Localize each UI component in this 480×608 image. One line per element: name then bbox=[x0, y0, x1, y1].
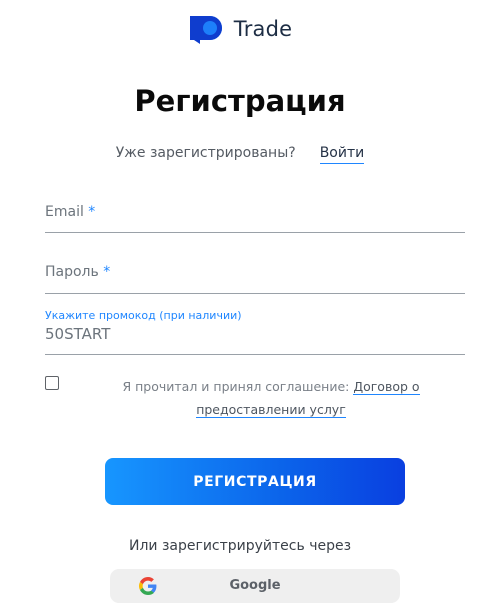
promo-code-label: Укажите промокод (при наличии) bbox=[45, 309, 242, 322]
brand-name: Trade bbox=[233, 17, 293, 41]
password-label-text: Пароль bbox=[45, 264, 99, 280]
brand-logo-icon bbox=[189, 16, 222, 44]
required-mark: * bbox=[103, 264, 111, 280]
promo-code-field[interactable]: Укажите промокод (при наличии) bbox=[45, 306, 465, 355]
brand-logo[interactable]: Trade bbox=[0, 14, 480, 44]
email-label: Email * bbox=[45, 204, 95, 220]
agreement-text: Я прочитал и принял соглашение: Договор … bbox=[117, 375, 425, 421]
agreement-checkbox[interactable] bbox=[45, 376, 59, 390]
agreement-text-prefix: Я прочитал и принял соглашение: bbox=[122, 379, 354, 394]
alt-signup-text: Или зарегистрируйтесь через bbox=[128, 538, 352, 554]
email-field[interactable]: Email * bbox=[45, 203, 465, 233]
login-link[interactable]: Войти bbox=[319, 145, 365, 164]
login-question: Уже зарегистрированы? bbox=[115, 145, 296, 161]
password-field[interactable]: Пароль * bbox=[45, 263, 465, 294]
login-prompt: Уже зарегистрированы? Войти bbox=[0, 145, 480, 164]
required-mark: * bbox=[88, 204, 96, 220]
promo-code-input[interactable] bbox=[45, 325, 465, 343]
email-label-text: Email bbox=[45, 204, 84, 220]
register-button[interactable]: РЕГИСТРАЦИЯ bbox=[105, 458, 405, 505]
password-label: Пароль * bbox=[45, 264, 110, 280]
page-title: Регистрация bbox=[134, 84, 346, 118]
google-button-label: Google bbox=[229, 578, 281, 593]
google-signup-button[interactable]: Google bbox=[110, 569, 400, 603]
